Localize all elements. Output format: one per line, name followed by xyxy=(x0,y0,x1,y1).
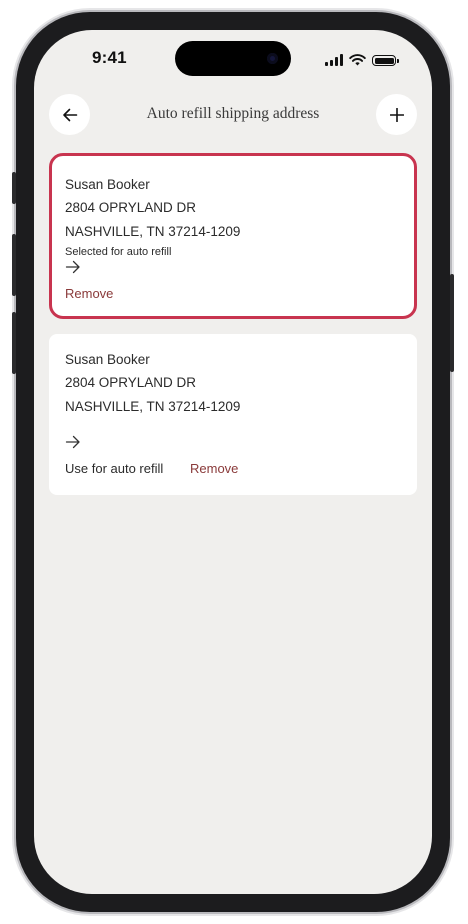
address-street: 2804 OPRYLAND DR xyxy=(65,200,197,215)
battery-icon xyxy=(372,55,399,66)
back-button[interactable] xyxy=(49,94,90,135)
address-name: Susan Booker xyxy=(65,352,150,367)
action-button xyxy=(12,172,16,204)
status-icons xyxy=(325,52,399,66)
address-card[interactable]: Susan Booker 2804 OPRYLAND DR NASHVILLE,… xyxy=(49,334,417,495)
volume-up-button xyxy=(12,234,16,296)
remove-button[interactable]: Remove xyxy=(190,461,238,476)
address-name: Susan Booker xyxy=(65,177,150,192)
address-street: 2804 OPRYLAND DR xyxy=(65,375,197,390)
status-time: 9:41 xyxy=(92,48,127,67)
arrow-right-icon xyxy=(65,260,80,274)
auto-refill-status: Selected for auto refill xyxy=(65,246,172,258)
signal-icon xyxy=(325,54,343,66)
address-city-line: NASHVILLE, TN 37214-1209 xyxy=(65,399,241,414)
volume-down-button xyxy=(12,312,16,374)
header: Auto refill shipping address xyxy=(34,94,432,136)
address-city-line: NASHVILLE, TN 37214-1209 xyxy=(65,224,241,239)
camera-icon xyxy=(267,53,278,64)
remove-button[interactable]: Remove xyxy=(65,286,113,301)
plus-icon xyxy=(389,107,404,122)
power-button xyxy=(450,274,454,372)
wifi-icon xyxy=(349,54,366,66)
status-bar: 9:41 xyxy=(34,30,432,88)
address-card-selected[interactable]: Susan Booker 2804 OPRYLAND DR NASHVILLE,… xyxy=(49,153,417,319)
dynamic-island xyxy=(175,41,291,76)
page-title: Auto refill shipping address xyxy=(146,105,320,122)
use-for-auto-refill-button[interactable]: Use for auto refill xyxy=(65,461,163,476)
add-address-button[interactable] xyxy=(376,94,417,135)
arrow-left-icon xyxy=(62,108,77,121)
arrow-right-icon xyxy=(65,435,80,449)
screen: 9:41 Auto refill shipping address Susan … xyxy=(34,30,432,894)
